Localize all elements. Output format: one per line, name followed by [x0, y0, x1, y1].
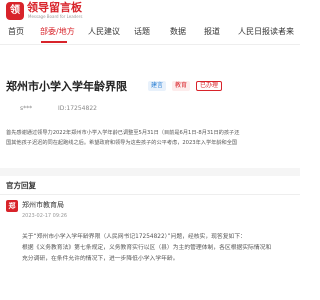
site-logo[interactable]: 领 [6, 2, 24, 20]
post-body-line: 国其他孩子迟迟的同在起跑线之后。希望政府和领导为这些孩子的公平考虑，2023年入… [6, 140, 238, 146]
nav-reports[interactable]: 报道 [204, 26, 220, 38]
nav-readers[interactable]: 人民日报读者来 [238, 26, 294, 38]
logo-char: 领 [10, 5, 20, 16]
org-icon-char: 郑 [8, 202, 16, 210]
reply-org[interactable]: 郑州市教育局 [22, 200, 64, 210]
reply-section-title: 官方回复 [6, 181, 36, 190]
nav-topics[interactable]: 话题 [134, 26, 150, 38]
nav-data[interactable]: 数据 [170, 26, 186, 38]
post-body-line: 首先感谢通过领导力2022年郑州市小学入学年龄已调整至5月31日（目前是6月1日… [6, 130, 240, 136]
reply-date: 2023-02-17 09:26 [22, 213, 68, 219]
org-icon: 郑 [6, 200, 18, 212]
nav-suggestions[interactable]: 人民建议 [88, 26, 120, 38]
site-header: 领 领导留言板 Message Board for Leaders [0, 0, 300, 22]
nav-active-indicator [41, 41, 67, 43]
status-badge: 已办理 [196, 81, 223, 91]
post-author: s*** [20, 105, 33, 112]
reply-line: 关于“郑州市小学入学年龄界限（人民网书记17254822）”问题，经核实，现答复… [22, 234, 246, 240]
nav-ministries[interactable]: 部委/地方 [40, 26, 75, 38]
brand-subtitle: Message Board for Leaders [28, 14, 83, 19]
reply-line: 充分调研，在条件允许的情况下，进一步降低小学入学年龄。 [22, 256, 179, 262]
post-id: ID:17254822 [58, 105, 97, 112]
post-body: 首先感谢通过领导力2022年郑州市小学入学年龄已调整至5月31日（目前是6月1日… [6, 128, 301, 148]
nav-home[interactable]: 首页 [8, 26, 24, 38]
tag-suggestion: 建言 [148, 81, 167, 91]
section-divider [0, 168, 300, 176]
reply-divider [0, 194, 300, 195]
tag-education: 教育 [172, 81, 191, 91]
post-title: 郑州市小学入学年龄界限 [6, 80, 127, 93]
reply-line: 根据《义务教育法》第七条规定，义务教育实行以区（县）为主的管理体制，各区根据实际… [22, 245, 272, 251]
brand-name[interactable]: 领导留言板 [27, 2, 82, 14]
reply-body: 关于“郑州市小学入学年龄界限（人民网书记17254822）”问题，经核实，现答复… [22, 232, 300, 265]
post-header: 郑州市小学入学年龄界限 建言 教育 已办理 s*** ID:17254822 首… [0, 52, 300, 146]
